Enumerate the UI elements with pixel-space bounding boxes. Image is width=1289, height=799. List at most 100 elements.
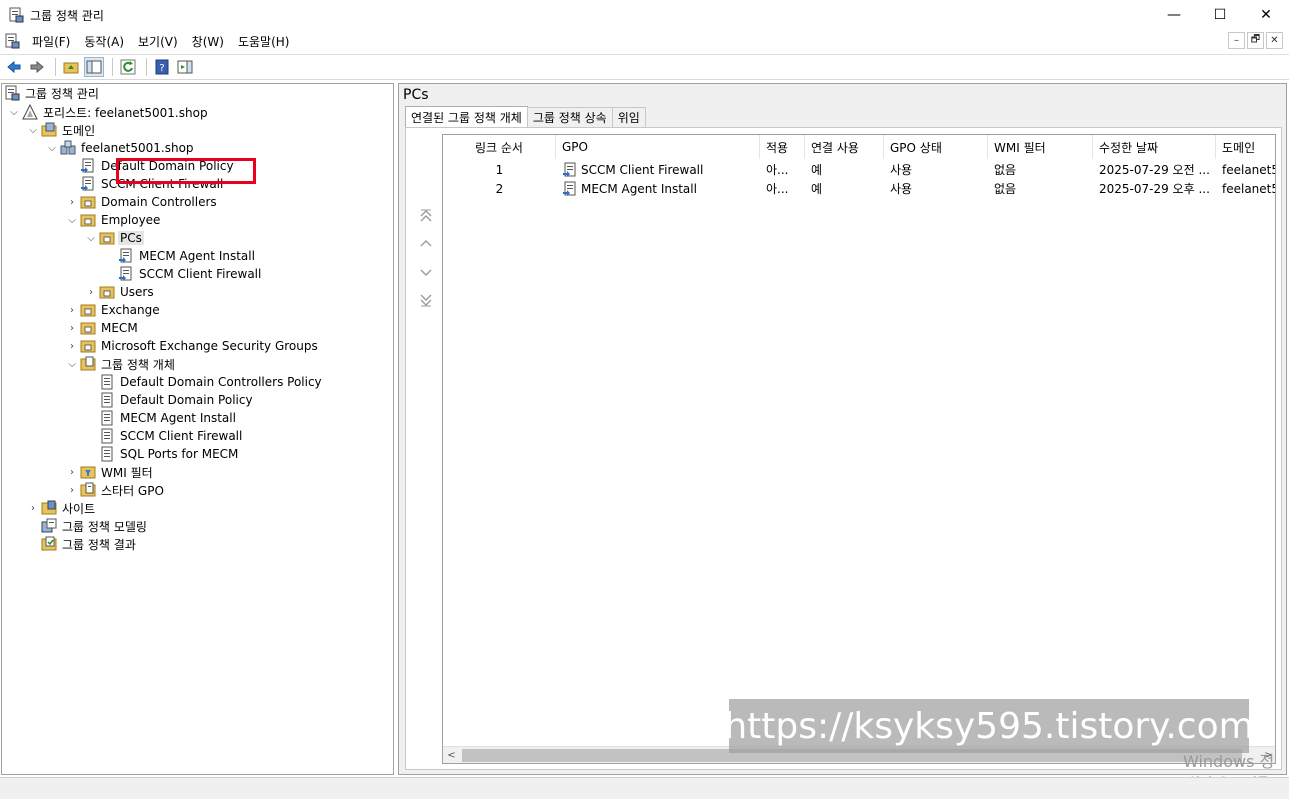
tree-item-gpo-link[interactable]: SCCM Client Firewall <box>80 175 225 193</box>
scroll-left-icon[interactable]: < <box>443 747 460 764</box>
tree-item-label: Default Domain Policy <box>101 159 234 173</box>
expand-chevron-icon[interactable]: › <box>64 197 80 208</box>
gpo-container-icon <box>80 356 96 372</box>
mdi-close-button[interactable]: ✕ <box>1266 32 1283 49</box>
tree-item-gpo[interactable]: Default Domain Policy <box>99 391 255 409</box>
tree-item-gpo-link[interactable]: SCCM Client Firewall <box>118 265 263 283</box>
expand-chevron-icon[interactable]: › <box>64 323 80 334</box>
tree-item-label: Default Domain Controllers Policy <box>120 375 322 389</box>
collapse-chevron-icon[interactable]: ⌵ <box>25 125 41 136</box>
tree-item-modeling[interactable]: 그룹 정책 모델링 <box>41 517 149 535</box>
tree-item-gpo-link[interactable]: MECM Agent Install <box>118 247 257 265</box>
column-header-wmi-filter[interactable]: WMI 필터 <box>988 135 1093 159</box>
chevron-down-icon <box>420 269 432 276</box>
tree-item-ou[interactable]: › Microsoft Exchange Security Groups <box>64 337 320 355</box>
tree-item-label: 그룹 정책 관리 <box>25 86 99 101</box>
close-button[interactable]: ✕ <box>1243 0 1289 30</box>
maximize-button[interactable]: ☐ <box>1197 0 1243 30</box>
collapse-chevron-icon[interactable]: ⌵ <box>83 233 99 244</box>
forest-icon <box>22 103 38 120</box>
back-button[interactable] <box>4 57 24 77</box>
help-icon: ? <box>155 59 169 75</box>
tab-linked-gpos[interactable]: 연결된 그룹 정책 개체 <box>405 106 528 127</box>
expand-chevron-icon[interactable]: › <box>64 485 80 496</box>
double-chevron-up-icon <box>420 209 432 222</box>
help-button[interactable]: ? <box>152 57 172 77</box>
move-top-button[interactable] <box>416 202 436 230</box>
mdi-minimize-button[interactable]: – <box>1228 32 1245 49</box>
column-header-modified[interactable]: 수정한 날짜 <box>1093 135 1216 159</box>
refresh-icon <box>120 59 136 75</box>
tree-item-domain[interactable]: ⌵ feelanet5001.shop <box>44 139 196 157</box>
table-row[interactable]: 1 SCCM Client Firewall 아... 예 사용 없음 2025… <box>443 160 1275 179</box>
tree-item-gpo[interactable]: Default Domain Controllers Policy <box>99 373 324 391</box>
menu-file[interactable]: 파일(F) <box>30 31 72 52</box>
mdi-restore-button[interactable]: 🗗 <box>1247 32 1264 49</box>
tree-item-sites[interactable]: › 사이트 <box>25 499 97 517</box>
tree-item-ou[interactable]: › Domain Controllers <box>64 193 219 211</box>
column-header-gpo-status[interactable]: GPO 상태 <box>884 135 988 159</box>
cell-gpo-status: 사용 <box>890 182 913 196</box>
tree-item-label: Domain Controllers <box>101 195 217 209</box>
column-header-enforced[interactable]: 적용 <box>760 135 805 159</box>
tab-delegation[interactable]: 위임 <box>611 107 646 127</box>
expand-chevron-icon[interactable]: › <box>64 467 80 478</box>
move-bottom-button[interactable] <box>416 286 436 314</box>
tree-item-ou[interactable]: › Exchange <box>64 301 162 319</box>
starter-gpo-icon <box>80 482 96 498</box>
tree-item-gpm-root[interactable]: 그룹 정책 관리 <box>4 84 101 102</box>
expand-chevron-icon[interactable]: › <box>83 287 99 298</box>
tree-item-results[interactable]: 그룹 정책 결과 <box>41 535 138 553</box>
column-header-gpo[interactable]: GPO <box>556 135 760 159</box>
cell-enforced: 아... <box>766 182 789 196</box>
gpo-link-icon <box>118 266 134 282</box>
tree-item-gpo-link[interactable]: Default Domain Policy <box>80 157 236 175</box>
minimize-button[interactable]: — <box>1151 0 1197 30</box>
cell-modified: 2025-07-29 오후 ... <box>1099 182 1210 196</box>
column-header-link-enabled[interactable]: 연결 사용 <box>805 135 884 159</box>
collapse-chevron-icon[interactable]: ⌵ <box>44 143 60 154</box>
collapse-chevron-icon[interactable]: ⌵ <box>64 215 80 226</box>
tree-item-label: Default Domain Policy <box>120 393 253 407</box>
tab-gp-inheritance[interactable]: 그룹 정책 상속 <box>526 107 613 127</box>
expand-chevron-icon[interactable]: › <box>64 305 80 316</box>
tree-item-label: 스타터 GPO <box>101 483 164 498</box>
tree-item-ou[interactable]: › Users <box>83 283 156 301</box>
refresh-button[interactable] <box>118 57 138 77</box>
column-header-link-order[interactable]: ^ 링크 순서 <box>443 135 556 159</box>
tree-item-gpo[interactable]: MECM Agent Install <box>99 409 238 427</box>
double-chevron-down-icon <box>420 294 432 307</box>
menu-bar: 파일(F) 동작(A) 보기(V) 창(W) 도움말(H) <box>0 30 1289 52</box>
tree-item-ou[interactable]: ⌵ Employee <box>64 211 162 229</box>
tree-item-domains[interactable]: ⌵ 도메인 <box>25 121 97 139</box>
tree-item-gpo-container[interactable]: ⌵ 그룹 정책 개체 <box>64 355 177 373</box>
system-menu-icon[interactable] <box>4 33 20 49</box>
menu-view[interactable]: 보기(V) <box>136 31 180 52</box>
expand-chevron-icon[interactable]: › <box>25 503 41 514</box>
move-up-button[interactable] <box>416 230 436 258</box>
forward-button[interactable] <box>27 57 47 77</box>
move-down-button[interactable] <box>416 258 436 286</box>
show-action-pane-button[interactable] <box>175 57 195 77</box>
column-header-domain[interactable]: 도메인 <box>1216 135 1275 159</box>
gpo-icon <box>99 428 115 444</box>
menu-window[interactable]: 창(W) <box>190 31 226 52</box>
show-hide-tree-button[interactable] <box>84 57 104 77</box>
tree-item-ou[interactable]: › MECM <box>64 319 140 337</box>
collapse-chevron-icon[interactable]: ⌵ <box>64 359 80 370</box>
collapse-chevron-icon[interactable]: ⌵ <box>6 107 22 118</box>
action-pane-icon <box>177 60 193 74</box>
details-title: PCs <box>403 87 429 103</box>
tree-item-gpo[interactable]: SCCM Client Firewall <box>99 427 244 445</box>
up-level-button[interactable] <box>61 57 81 77</box>
menu-action[interactable]: 동작(A) <box>82 31 126 52</box>
tree-item-gpo[interactable]: SQL Ports for MECM <box>99 445 240 463</box>
tree-item-starter-gpos[interactable]: › 스타터 GPO <box>64 481 166 499</box>
tree-item-ou-selected[interactable]: ⌵ PCs <box>83 229 144 247</box>
gpo-link-icon <box>563 181 576 196</box>
expand-chevron-icon[interactable]: › <box>64 341 80 352</box>
tree-item-forest[interactable]: ⌵ 포리스트: feelanet5001.shop <box>6 103 210 121</box>
tree-item-wmi-filters[interactable]: › WMI 필터 <box>64 463 155 481</box>
table-row[interactable]: 2 MECM Agent Install 아... 예 사용 없음 2025-0… <box>443 179 1275 198</box>
menu-help[interactable]: 도움말(H) <box>236 31 292 52</box>
